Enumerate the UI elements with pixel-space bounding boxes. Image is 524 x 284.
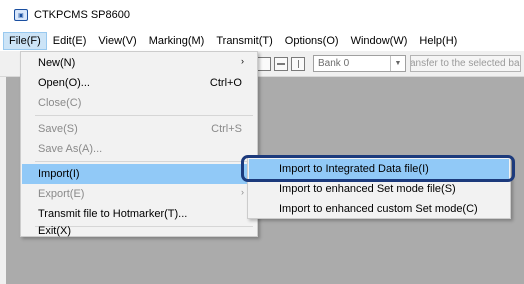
menu-item-save-as: Save As(A)... (22, 139, 256, 159)
transfer-button[interactable]: Transfer to the selected bank (410, 55, 521, 72)
menu-item-new[interactable]: New(N) › (22, 53, 256, 73)
chevron-down-icon[interactable]: ▼ (390, 56, 405, 71)
menu-item-label: Import(I) (38, 168, 80, 180)
menu-transmit[interactable]: Transmit(T) (210, 32, 278, 50)
bank-select[interactable]: Bank 0 ▼ (313, 55, 406, 72)
shortcut-label: Ctrl+O (209, 77, 242, 89)
title-bar: ▣ CTKPCMS SP8600 (0, 0, 524, 30)
menu-item-label: New(N) (38, 57, 76, 69)
import-submenu: Import to Integrated Data file(I) Import… (247, 157, 511, 219)
menu-separator (35, 161, 253, 162)
menu-edit[interactable]: Edit(E) (47, 32, 93, 50)
chevron-right-icon: › (241, 187, 244, 197)
menu-bar: File(F) Edit(E) View(V) Marking(M) Trans… (0, 30, 524, 51)
menu-file[interactable]: File(F) (3, 31, 47, 50)
submenu-item-label: Import to enhanced Set mode file(S) (279, 183, 456, 195)
menu-item-import[interactable]: Import(I) (22, 164, 256, 184)
menu-item-close: Close(C) (22, 93, 256, 113)
workspace-edge (0, 77, 6, 284)
menu-view[interactable]: View(V) (92, 32, 142, 50)
menu-item-export: Export(E) › (22, 184, 256, 204)
toolbar-layout-icon[interactable] (274, 57, 288, 71)
chevron-right-icon: › (241, 56, 244, 66)
menu-item-transmit-hotmarker[interactable]: Transmit file to Hotmarker(T)... (22, 204, 256, 224)
submenu-import-enhanced-set[interactable]: Import to enhanced Set mode file(S) (249, 179, 509, 199)
window-title: CTKPCMS SP8600 (34, 9, 130, 21)
shortcut-label: Ctrl+S (211, 123, 242, 135)
menu-item-label: Open(O)... (38, 77, 90, 89)
menu-item-label: Save As(A)... (38, 143, 103, 155)
file-menu: New(N) › Open(O)... Ctrl+O Close(C) Save… (20, 51, 258, 237)
menu-item-label: Close(C) (38, 97, 82, 109)
menu-item-label: Export(E) (38, 188, 85, 200)
app-icon: ▣ (14, 9, 28, 21)
menu-help[interactable]: Help(H) (413, 32, 463, 50)
menu-marking[interactable]: Marking(M) (143, 32, 211, 50)
submenu-import-enhanced-custom[interactable]: Import to enhanced custom Set mode(C) (249, 199, 509, 219)
menu-item-exit[interactable]: Exit(X) (22, 222, 256, 240)
submenu-item-label: Import to enhanced custom Set mode(C) (279, 203, 478, 215)
menu-item-save: Save(S) Ctrl+S (22, 119, 256, 139)
toolbar-print-icon[interactable] (257, 57, 271, 71)
submenu-item-label: Import to Integrated Data file(I) (279, 163, 429, 175)
menu-separator (35, 115, 253, 116)
menu-item-label: Exit(X) (38, 225, 71, 237)
menu-item-label: Transmit file to Hotmarker(T)... (38, 208, 188, 220)
menu-window[interactable]: Window(W) (345, 32, 414, 50)
bank-select-value: Bank 0 (318, 58, 350, 69)
submenu-import-integrated[interactable]: Import to Integrated Data file(I) (249, 159, 509, 179)
menu-options[interactable]: Options(O) (279, 32, 345, 50)
toolbar-columns-icon[interactable] (291, 57, 305, 71)
menu-item-label: Save(S) (38, 123, 78, 135)
menu-item-open[interactable]: Open(O)... Ctrl+O (22, 73, 256, 93)
